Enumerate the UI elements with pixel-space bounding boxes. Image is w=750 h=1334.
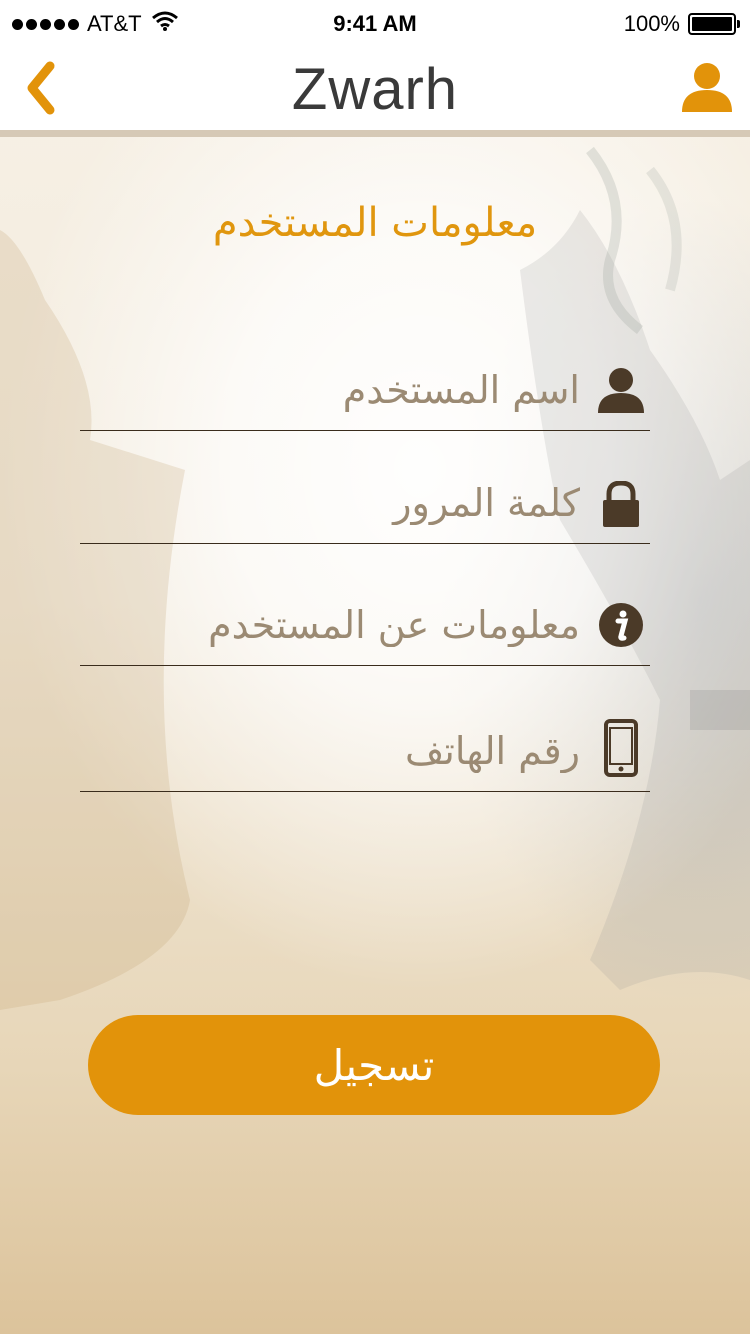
battery-percent: 100% bbox=[623, 11, 680, 36]
user-icon bbox=[596, 365, 646, 415]
phone-icon bbox=[596, 719, 646, 777]
phone-field[interactable] bbox=[80, 711, 650, 792]
lock-icon bbox=[596, 479, 646, 529]
username-field[interactable] bbox=[80, 350, 650, 431]
register-button[interactable]: تسجيل bbox=[88, 1015, 660, 1115]
user-icon bbox=[682, 63, 732, 112]
page-title: معلومات المستخدم bbox=[212, 200, 538, 246]
password-field[interactable] bbox=[80, 463, 650, 544]
status-bar: AT&T 9:41 AM 100% bbox=[0, 0, 750, 48]
username-input[interactable] bbox=[80, 350, 580, 430]
app-logo: Zwarh bbox=[291, 57, 459, 122]
status-right: 100% bbox=[623, 11, 740, 37]
user-info-field[interactable] bbox=[80, 585, 650, 666]
battery-icon bbox=[688, 13, 740, 35]
password-input[interactable] bbox=[80, 463, 580, 543]
info-icon bbox=[596, 600, 646, 650]
profile-button[interactable] bbox=[680, 62, 734, 112]
user-info-input[interactable] bbox=[80, 585, 580, 665]
phone-input[interactable] bbox=[80, 711, 580, 791]
navigation-bar: Zwarh bbox=[0, 48, 750, 137]
